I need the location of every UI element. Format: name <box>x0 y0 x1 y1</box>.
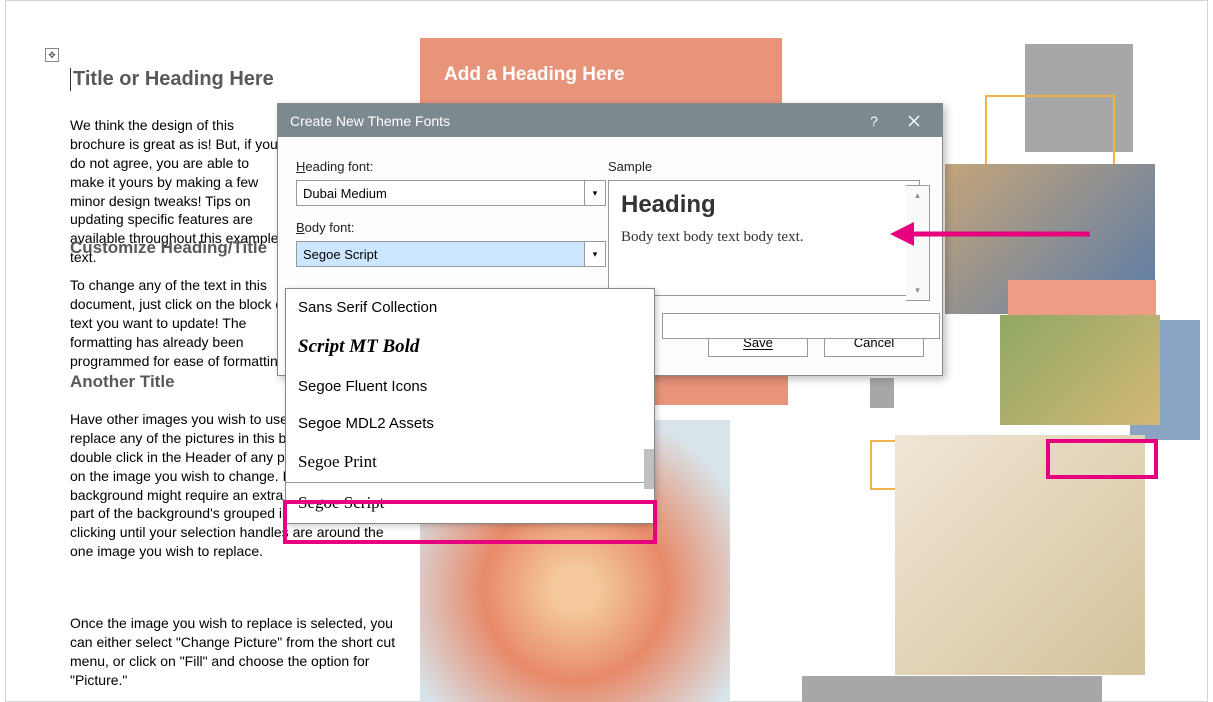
heading-font-input[interactable] <box>296 180 584 206</box>
font-option[interactable]: Sans Serif Collection <box>286 289 654 326</box>
dialog-title: Create New Theme Fonts <box>290 113 450 129</box>
body-font-input[interactable] <box>296 241 584 267</box>
sample-preview: Heading Body text body text body text. <box>608 180 920 296</box>
move-handle-icon[interactable]: ✥ <box>45 48 59 62</box>
scroll-up-icon[interactable]: ▴ <box>915 190 920 201</box>
heading-font-combo[interactable]: ▾ <box>296 180 606 206</box>
gray-strip <box>870 378 894 408</box>
banner-heading-text: Add a Heading Here <box>444 64 625 85</box>
font-option-selected[interactable]: Segoe Script <box>286 482 654 523</box>
chevron-down-icon[interactable]: ▾ <box>584 180 606 206</box>
dropdown-scrollbar-thumb[interactable] <box>644 449 654 489</box>
paragraph-replace[interactable]: Once the image you wish to replace is se… <box>70 614 400 690</box>
help-button[interactable]: ? <box>854 104 894 137</box>
heading-customize[interactable]: Customize Heading/Title <box>70 238 267 258</box>
gray-footer <box>802 676 1102 702</box>
font-option[interactable]: Script MT Bold <box>286 326 654 368</box>
scroll-down-icon[interactable]: ▾ <box>915 285 920 296</box>
banner-heading: Add a Heading Here <box>420 38 782 104</box>
font-option[interactable]: Segoe Print <box>286 442 654 482</box>
body-font-dropdown[interactable]: Sans Serif Collection Script MT Bold Seg… <box>285 288 655 524</box>
heading-another[interactable]: Another Title <box>70 372 175 392</box>
chevron-down-icon[interactable]: ▾ <box>584 241 606 267</box>
name-input-strip[interactable] <box>662 313 940 339</box>
dialog-titlebar[interactable]: Create New Theme Fonts ? <box>278 104 942 137</box>
close-icon[interactable] <box>894 104 934 137</box>
paragraph-customize[interactable]: To change any of the text in this docume… <box>70 276 305 370</box>
sample-label: Sample <box>608 159 920 174</box>
sample-heading-text: Heading <box>621 191 907 219</box>
sample-body-text: Body text body text body text. <box>621 229 907 246</box>
font-option[interactable]: Segoe Fluent Icons <box>286 368 654 405</box>
annotation-arrow-icon <box>890 214 1090 259</box>
photo-crayons <box>1000 315 1160 425</box>
page-title[interactable]: Title or Heading Here <box>70 68 274 91</box>
font-option[interactable]: Segoe MDL2 Assets <box>286 405 654 442</box>
body-font-combo[interactable]: ▾ <box>296 241 606 267</box>
photo-drawing <box>895 435 1145 675</box>
